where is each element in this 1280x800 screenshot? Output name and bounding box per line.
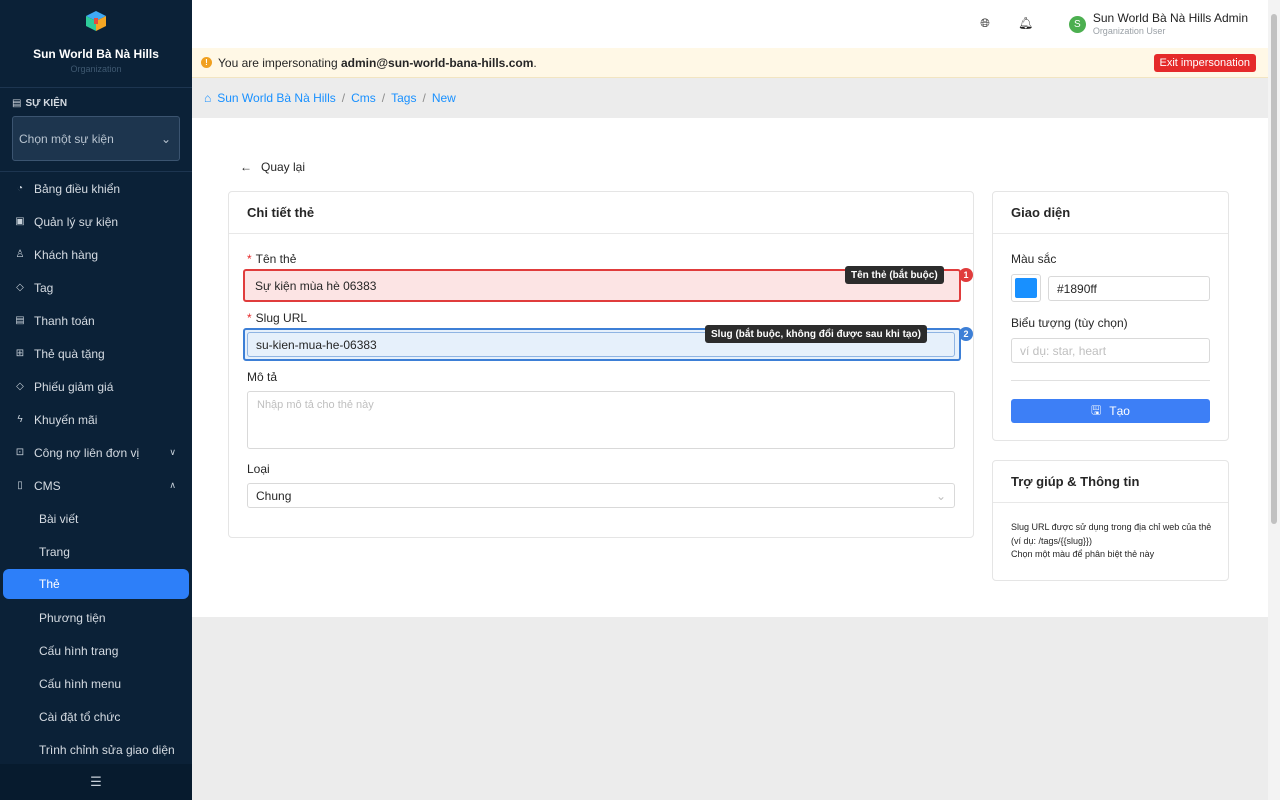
breadcrumb-new[interactable]: New	[432, 91, 456, 105]
name-tooltip: Tên thẻ (bắt buộc)	[845, 266, 944, 284]
slug-tooltip: Slug (bắt buộc, không đổi được sau khi t…	[705, 325, 927, 343]
impersonated-email: admin@sun-world-bana-hills.com	[340, 55, 534, 70]
coupon-icon: ◇	[16, 381, 24, 392]
type-select[interactable]: Chung ⌄	[247, 483, 955, 508]
sidebar-item-gift-card[interactable]: ⊞ Thẻ quà tặng	[0, 337, 192, 370]
calendar-icon: ▣	[15, 216, 25, 227]
dashboard-icon: ◔	[16, 183, 24, 194]
sidebar-item-coupon[interactable]: ◇ Phiếu giảm giá	[0, 370, 192, 403]
sidebar-logo-area: Sun World Bà Nà Hills Organization	[0, 0, 192, 88]
annotation-badge-2: 2	[959, 327, 973, 341]
sidebar-subitem-pages[interactable]: Trang	[0, 535, 192, 568]
help-card: Trợ giúp & Thông tin Slug URL được sử dụ…	[992, 460, 1229, 581]
exit-impersonation-button[interactable]: Exit impersonation	[1153, 54, 1256, 72]
appearance-card: Giao diện Màu sắc #1890ff Biểu tượng (tù…	[992, 191, 1229, 441]
user-role: Organization User	[1092, 26, 1166, 36]
description-textarea[interactable]: Nhập mô tả cho thẻ này	[247, 391, 955, 449]
card-title: Giao diện	[993, 192, 1228, 234]
warning-icon: !	[201, 57, 212, 68]
sidebar-item-customers[interactable]: ♙ Khách hàng	[0, 238, 192, 271]
tag-detail-card: Chi tiết thẻ * Tên thẻ Sự kiện mùa hè 063…	[228, 191, 974, 538]
event-section-label: ▤ SỰ KIỆN	[12, 98, 68, 109]
collapse-sidebar-button[interactable]: ☰	[0, 764, 192, 800]
breadcrumb-cms[interactable]: Cms	[351, 91, 376, 105]
page-scrollbar[interactable]	[1268, 0, 1280, 800]
card-title: Trợ giúp & Thông tin	[993, 461, 1228, 503]
globe-icon[interactable]: 🌐︎	[978, 16, 992, 30]
user-name: Sun World Bà Nà Hills Admin	[1092, 11, 1248, 25]
sidebar-subitem-tags[interactable]: Thẻ	[3, 569, 189, 599]
breadcrumb-org[interactable]: Sun World Bà Nà Hills	[217, 91, 336, 105]
scrollbar-thumb[interactable]	[1271, 14, 1277, 524]
sidebar-subitem-theme-editor[interactable]: Trình chỉnh sửa giao diện	[0, 733, 192, 766]
sidebar-subitem-media[interactable]: Phương tiện	[0, 601, 192, 634]
main-content: ← Quay lại Chi tiết thẻ * Tên thẻ Sự kiện…	[192, 118, 1268, 617]
help-text: Slug URL được sử dụng trong địa chỉ web …	[1011, 522, 1212, 559]
color-label: Màu sắc	[1011, 252, 1057, 266]
breadcrumb: ⌂ Sun World Bà Nà Hills / Cms / Tags / N…	[192, 78, 1268, 118]
debt-icon: ⊡	[15, 447, 25, 458]
color-swatch	[1015, 278, 1037, 298]
users-icon: ♙	[15, 249, 25, 260]
sidebar-item-debt[interactable]: ⊡ Công nợ liên đơn vị ∨	[0, 436, 192, 469]
cms-icon: ▯	[17, 480, 23, 491]
icon-label: Biểu tượng (tùy chọn)	[1011, 316, 1128, 330]
sidebar-menu: ◔ Bảng điều khiển ▣ Quản lý sự kiện ♙ Khách…	[0, 172, 192, 766]
user-menu[interactable]: S Sun World Bà Nà Hills Admin Organizati…	[1068, 11, 1248, 36]
slug-label: * Slug URL	[247, 311, 308, 325]
breadcrumb-tags[interactable]: Tags	[391, 91, 416, 105]
sidebar-subitem-posts[interactable]: Bài viết	[0, 502, 192, 535]
org-name: Sun World Bà Nà Hills	[33, 47, 159, 61]
payment-icon: ▤	[15, 315, 25, 326]
gift-icon: ⊞	[15, 348, 25, 359]
logo-icon	[86, 11, 106, 31]
calendar-small-icon: ▤	[12, 98, 22, 109]
description-label: Mô tả	[247, 370, 278, 384]
avatar: S	[1068, 16, 1086, 33]
chevron-down-icon: ⌄	[160, 131, 171, 146]
chevron-up-icon: ∧	[169, 480, 176, 490]
bell-icon[interactable]: 🔔︎	[1018, 16, 1033, 30]
tag-icon: ◇	[16, 282, 24, 293]
save-icon: 🖫	[1091, 402, 1102, 417]
create-button[interactable]: 🖫 Tạo	[1011, 399, 1210, 423]
icon-input[interactable]: ví dụ: star, heart	[1011, 338, 1210, 363]
sidebar-item-promotion[interactable]: ϟ Khuyến mãi	[0, 403, 192, 436]
org-subtitle: Organization	[70, 64, 122, 74]
sidebar-subitem-page-config[interactable]: Cấu hình trang	[0, 634, 192, 667]
chevron-down-icon: ⌄	[935, 488, 946, 503]
sidebar-item-payment[interactable]: ▤ Thanh toán	[0, 304, 192, 337]
sidebar-subitem-org-settings[interactable]: Cài đặt tổ chức	[0, 700, 192, 733]
chevron-down-icon: ∨	[169, 447, 176, 457]
divider	[1011, 380, 1210, 381]
sidebar-item-cms[interactable]: ▯ CMS ∧	[0, 469, 192, 502]
annotation-badge-1: 1	[959, 268, 973, 282]
color-picker[interactable]	[1011, 274, 1041, 302]
sidebar: Sun World Bà Nà Hills Organization ▤ SỰ …	[0, 0, 192, 800]
event-select[interactable]: Chọn một sự kiện ⌄	[12, 116, 180, 161]
color-hex-input[interactable]: #1890ff	[1048, 276, 1210, 301]
name-label: * Tên thẻ	[247, 252, 297, 266]
sidebar-item-dashboard[interactable]: ◔ Bảng điều khiển	[0, 172, 192, 205]
arrow-left-icon: ←	[240, 160, 252, 174]
sidebar-item-tag[interactable]: ◇ Tag	[0, 271, 192, 304]
back-link[interactable]: ← Quay lại	[240, 160, 305, 174]
sidebar-subitem-menu-config[interactable]: Cấu hình menu	[0, 667, 192, 700]
top-header: 🌐︎ 🔔︎ S Sun World Bà Nà Hills Admin Orga…	[192, 0, 1268, 48]
sidebar-item-events[interactable]: ▣ Quản lý sự kiện	[0, 205, 192, 238]
card-title: Chi tiết thẻ	[229, 192, 973, 234]
promotion-icon: ϟ	[17, 414, 23, 425]
menu-fold-icon: ☰	[90, 774, 102, 789]
home-icon: ⌂	[204, 91, 212, 105]
impersonation-banner: ! You are impersonating admin@sun-world-…	[192, 48, 1268, 78]
type-label: Loại	[247, 462, 270, 476]
